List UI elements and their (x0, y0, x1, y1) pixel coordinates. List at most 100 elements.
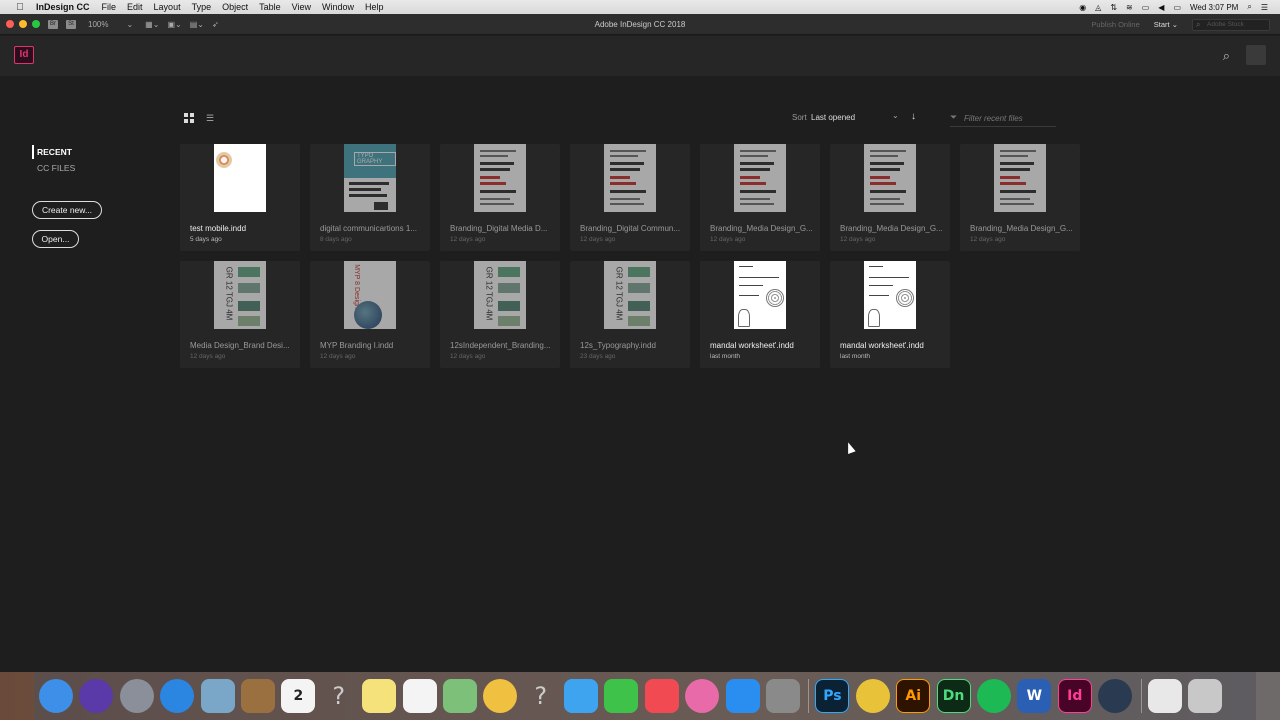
menu-layout[interactable]: Layout (154, 2, 181, 12)
minimize-window-button[interactable] (19, 20, 27, 28)
recent-file-card[interactable]: Branding_Media Design_G... 12 days ago (830, 144, 950, 251)
recent-file-card[interactable]: test mobile.indd 5 days ago (180, 144, 300, 251)
sidebar-item-cc-files[interactable]: CC FILES (37, 163, 75, 173)
photos-icon[interactable] (483, 679, 518, 713)
chevron-down-icon: ⌄ (126, 19, 134, 29)
recent-file-card[interactable]: GR 12 TGJ 4M 12s_Typography.indd 23 days a… (570, 261, 690, 368)
adobe-stock-search[interactable]: Adobe Stock (1192, 18, 1270, 31)
chevron-down-icon[interactable]: ⌄ (892, 111, 899, 120)
unknown-app-2-icon[interactable]: ? (524, 679, 558, 713)
apple-menu-icon[interactable]:  (12, 2, 28, 13)
maps-icon[interactable] (442, 679, 477, 713)
recent-file-card[interactable]: MYP 8 Design MYP Branding I.indd 12 days a… (310, 261, 430, 368)
bridge-button[interactable]: Br (48, 19, 58, 29)
messages-icon[interactable] (564, 679, 599, 713)
recent-files-grid: test mobile.indd 5 days ago TYPO GRAPHY dig… (180, 144, 1090, 374)
app-store-icon[interactable] (725, 679, 760, 713)
avatar[interactable] (1246, 45, 1266, 65)
system-preferences-icon[interactable] (766, 679, 801, 713)
file-date: 12 days ago (580, 236, 616, 243)
file-date: last month (710, 353, 740, 360)
search-icon[interactable]: ⌕ (1223, 48, 1230, 64)
dimension-icon[interactable]: Dn (936, 679, 971, 713)
reminders-icon[interactable] (402, 679, 437, 713)
sidebar-item-recent[interactable]: RECENT (32, 145, 72, 159)
filter-input[interactable] (964, 111, 1054, 125)
document-icon[interactable] (1147, 679, 1182, 713)
illustrator-icon[interactable]: Ai (896, 679, 931, 713)
file-thumbnail (734, 261, 786, 329)
recent-file-card[interactable]: mandal worksheet'.indd last month (700, 261, 820, 368)
screen-mode-button[interactable]: ▣ ⌄ (167, 20, 181, 29)
calendar-icon[interactable]: 2 (281, 679, 316, 713)
publish-online-button[interactable]: Publish Online (1091, 20, 1139, 29)
file-date: 5 days ago (190, 236, 222, 243)
preview-icon[interactable] (200, 679, 235, 713)
recent-file-card[interactable]: Branding_Media Design_G... 12 days ago (960, 144, 1080, 251)
zoom-level-select[interactable]: 100% ⌄ (88, 20, 133, 29)
battery-icon[interactable]: ▭ (1173, 3, 1181, 12)
recent-file-card[interactable]: Branding_Media Design_G... 12 days ago (700, 144, 820, 251)
record-icon[interactable]: ◉ (1079, 3, 1086, 12)
menu-window[interactable]: Window (322, 2, 354, 12)
app-menu[interactable]: InDesign CC (36, 2, 90, 12)
menu-table[interactable]: Table (259, 2, 281, 12)
volume-icon[interactable]: ◀ (1158, 3, 1164, 12)
recent-file-card[interactable]: mandal worksheet'.indd last month (830, 261, 950, 368)
thumbnail-text: GR 12 TGJ 4M (484, 266, 494, 321)
recent-file-card[interactable]: Branding_Digital Commun... 12 days ago (570, 144, 690, 251)
launchpad-icon[interactable] (119, 679, 154, 713)
itunes-icon[interactable] (685, 679, 720, 713)
quicktime-icon[interactable] (1098, 679, 1133, 713)
indesign-icon[interactable]: Id (1057, 679, 1092, 713)
workspace-switcher[interactable]: Start ⌄ (1154, 20, 1178, 29)
create-new-button[interactable]: Create new... (32, 201, 102, 219)
arrange-documents-button[interactable]: ▤ ⌄ (190, 20, 204, 29)
notefile-icon[interactable] (240, 679, 275, 713)
macos-menu-bar:  InDesign CC File Edit Layout Type Obje… (0, 0, 1280, 14)
chrome-icon[interactable] (855, 679, 890, 713)
clock[interactable]: Wed 3:07 PM (1190, 3, 1238, 12)
menu-bar-status: ◉ ◬ ⇅ ≋ ▭ ◀ ▭ Wed 3:07 PM ⌕ ☰ (1079, 0, 1268, 14)
sync-icon[interactable]: ⇅ (1110, 3, 1117, 12)
menu-file[interactable]: File (102, 2, 117, 12)
notification-center-icon[interactable]: ☰ (1261, 3, 1268, 12)
open-button[interactable]: Open... (32, 230, 79, 248)
word-icon[interactable]: W (1017, 679, 1052, 713)
publish-icon[interactable]: ➶ (212, 20, 219, 29)
menu-edit[interactable]: Edit (127, 2, 143, 12)
menu-type[interactable]: Type (192, 2, 212, 12)
news-icon[interactable] (644, 679, 679, 713)
trash-icon[interactable] (1187, 679, 1222, 713)
siri-icon[interactable] (79, 679, 114, 713)
wifi-icon[interactable]: ≋ (1126, 3, 1133, 12)
notes-icon[interactable] (362, 679, 397, 713)
zoom-window-button[interactable] (32, 20, 40, 28)
sort-select[interactable]: Last opened (811, 113, 903, 122)
recent-file-card[interactable]: GR 12 TGJ 4M Media Design_Brand Desi... 12… (180, 261, 300, 368)
adobe-cc-icon[interactable]: ◬ (1095, 3, 1101, 12)
unknown-app-icon[interactable]: ? (322, 679, 356, 713)
file-thumbnail (864, 261, 916, 329)
sort-direction-icon[interactable]: ↓ (911, 111, 916, 122)
close-window-button[interactable] (6, 20, 14, 28)
safari-icon[interactable] (160, 679, 195, 713)
facetime-icon[interactable] (604, 679, 639, 713)
menu-object[interactable]: Object (222, 2, 248, 12)
recent-file-card[interactable]: GR 12 TGJ 4M 12sIndependent_Branding... 12… (440, 261, 560, 368)
grid-view-icon[interactable] (184, 113, 194, 123)
spotlight-icon[interactable]: ⌕ (1247, 2, 1251, 12)
list-view-icon[interactable]: ☰ (206, 113, 216, 123)
recent-file-card[interactable]: Branding_Digital Media D... 12 days ago (440, 144, 560, 251)
spotify-icon[interactable] (976, 679, 1011, 713)
stock-button[interactable]: St (66, 19, 76, 29)
photoshop-icon[interactable]: Ps (815, 679, 850, 713)
airplay-icon[interactable]: ▭ (1142, 3, 1150, 12)
menu-help[interactable]: Help (365, 2, 384, 12)
file-thumbnail: GR 12 TGJ 4M (214, 261, 266, 329)
menu-view[interactable]: View (292, 2, 311, 12)
recent-file-card[interactable]: TYPO GRAPHY digital communicartions 1... 8… (310, 144, 430, 251)
finder-icon[interactable] (39, 679, 73, 713)
filter-recent-files: ⏷ (950, 111, 1056, 127)
view-options-button[interactable]: ▦ ⌄ (145, 20, 159, 29)
